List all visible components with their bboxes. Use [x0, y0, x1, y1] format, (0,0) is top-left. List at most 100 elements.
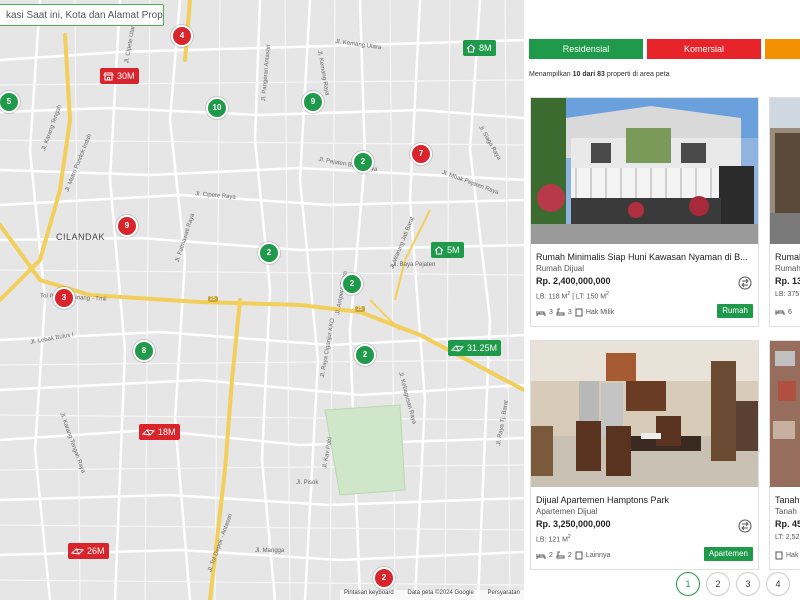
- listing-price: Rp. 3,250,000,000: [536, 519, 611, 529]
- property-map[interactable]: kasi Saat ini, Kota dan Alamat Properti …: [0, 0, 524, 600]
- bedroom-count: 2: [549, 552, 553, 559]
- listing-type: Rumah Dijual: [536, 264, 585, 273]
- category-filters: Residensial Komersial: [529, 39, 800, 59]
- listing-price: Rp. 13,: [775, 276, 800, 286]
- terms-link[interactable]: Persyaratan: [488, 590, 520, 596]
- building-area: LB: 121 M: [536, 536, 568, 544]
- listing-photo[interactable]: [770, 341, 800, 487]
- results-summary: Menampilkan 10 dari 83 properti di area …: [529, 71, 670, 78]
- bed-icon: [536, 553, 546, 559]
- map-cluster-marker[interactable]: 2: [373, 567, 395, 589]
- building-area: LB: 375: [775, 291, 800, 298]
- listing-features: Hak: [775, 551, 798, 560]
- house-photo: [770, 98, 800, 244]
- listing-photo[interactable]: [531, 98, 758, 244]
- apartment-photo: [531, 341, 758, 487]
- bedroom-count: 3: [549, 309, 553, 316]
- listing-size: LB: 118 M2 | LT: 150 M2: [536, 291, 609, 301]
- listing-features: 6: [775, 308, 792, 316]
- aerial-photo: [770, 341, 800, 487]
- map-cluster-marker[interactable]: 2: [258, 242, 280, 264]
- listing-size: LT: 2,52: [775, 534, 799, 541]
- summary-count: 10 dari 83: [572, 71, 605, 78]
- filter-residensial-button[interactable]: Residensial: [529, 39, 643, 59]
- area-label: CILANDAK: [56, 232, 106, 242]
- map-cluster-marker[interactable]: 9: [116, 215, 138, 237]
- listing-photo[interactable]: [531, 341, 758, 487]
- house-photo: [531, 98, 758, 244]
- filter-other-button[interactable]: [765, 39, 800, 59]
- listing-title[interactable]: Rumah Minimalis Siap Huni Kawasan Nyaman…: [536, 252, 756, 262]
- map-cluster-marker[interactable]: 10: [206, 97, 228, 119]
- bed-icon: [775, 310, 785, 315]
- certificate-type: Hak: [786, 552, 799, 559]
- map-data-credit: Data peta ©2024 Google: [407, 590, 474, 596]
- street-label: Jl. Pisok: [296, 480, 319, 486]
- street-label: Jl. Baya Pejaten: [392, 262, 436, 268]
- house-icon: [466, 43, 476, 53]
- filter-komersial-button[interactable]: Komersial: [647, 39, 761, 59]
- land-icon: [451, 344, 464, 352]
- map-cluster-marker[interactable]: 2: [352, 151, 374, 173]
- listing-title[interactable]: Dijual Apartemen Hamptons Park: [536, 495, 756, 505]
- map-cluster-marker[interactable]: 2: [354, 344, 376, 366]
- map-price-marker[interactable]: 31.25M: [448, 340, 502, 356]
- page-2-button[interactable]: 2: [706, 572, 730, 596]
- listing-title[interactable]: Tanah: [775, 495, 800, 505]
- map-cluster-marker[interactable]: 7: [410, 143, 432, 165]
- land-area: LT: 150 M: [575, 293, 607, 301]
- listing-photo[interactable]: [770, 98, 800, 244]
- listing-price: Rp. 45,: [775, 519, 800, 529]
- bedroom-count: 6: [788, 308, 792, 316]
- listing-card[interactable]: Rumah Rumah Rp. 13, LB: 375 6: [769, 97, 800, 327]
- listing-card[interactable]: Tanah Tanah Rp. 45, LT: 2,52 Hak: [769, 340, 800, 570]
- keyboard-shortcuts-link[interactable]: Pintasan keyboard: [344, 590, 394, 596]
- bath-icon: [556, 551, 565, 559]
- listing-size: LB: 121 M2: [536, 534, 571, 544]
- map-price-marker[interactable]: 5M: [431, 242, 464, 258]
- map-price-marker[interactable]: 8M: [463, 40, 496, 56]
- land-icon: [142, 428, 155, 436]
- bathroom-count: 2: [567, 552, 572, 559]
- listing-title[interactable]: Rumah: [775, 252, 800, 262]
- certificate-icon: [575, 551, 583, 560]
- listing-type: Rumah: [775, 264, 800, 273]
- listing-features: 2 2 Lainnya: [536, 551, 610, 560]
- listing-type: Apartemen Dijual: [536, 507, 598, 516]
- map-price-marker[interactable]: 30M: [100, 68, 139, 84]
- road-number: 25: [208, 296, 218, 302]
- listing-features: 3 3 Hak Milik: [536, 308, 614, 317]
- bathroom-count: 3: [567, 309, 572, 316]
- map-cluster-marker[interactable]: 8: [133, 340, 155, 362]
- listing-panel: Residensial Komersial Menampilkan 10 dar…: [524, 0, 800, 600]
- price-marker-label: 26M: [87, 546, 105, 556]
- map-price-marker[interactable]: 26M: [68, 543, 109, 559]
- map-cluster-marker[interactable]: 2: [341, 273, 363, 295]
- map-price-marker[interactable]: 18M: [139, 424, 180, 440]
- page-3-button[interactable]: 3: [736, 572, 760, 596]
- certificate-icon: [575, 308, 583, 317]
- house-icon: [434, 245, 444, 255]
- map-cluster-marker[interactable]: 3: [53, 287, 75, 309]
- map-cluster-marker[interactable]: 9: [302, 91, 324, 113]
- building-area: LB: 118 M: [536, 293, 568, 301]
- price-marker-label: 18M: [158, 427, 176, 437]
- price-marker-label: 31.25M: [467, 343, 498, 353]
- road-number: 25: [355, 306, 365, 312]
- shop-icon: [103, 72, 114, 80]
- listing-card[interactable]: Dijual Apartemen Hamptons Park Apartemen…: [530, 340, 759, 570]
- page-1-button[interactable]: 1: [676, 572, 700, 596]
- price-marker-label: 30M: [117, 71, 135, 81]
- listing-card[interactable]: Rumah Minimalis Siap Huni Kawasan Nyaman…: [530, 97, 759, 327]
- compare-icon[interactable]: [738, 519, 752, 533]
- map-cluster-marker[interactable]: 4: [171, 25, 193, 47]
- search-placeholder: kasi Saat ini, Kota dan Alamat Properti: [6, 10, 164, 21]
- location-search-input[interactable]: kasi Saat ini, Kota dan Alamat Properti: [0, 4, 164, 26]
- bed-icon: [536, 310, 546, 316]
- page-4-button[interactable]: 4: [766, 572, 790, 596]
- property-type-badge: Apartemen: [703, 547, 753, 561]
- listing-type: Tanah: [775, 507, 797, 516]
- compare-icon[interactable]: [738, 276, 752, 290]
- pagination: 1 2 3 4: [676, 572, 790, 596]
- street-label: Jl. Mangga: [255, 548, 285, 554]
